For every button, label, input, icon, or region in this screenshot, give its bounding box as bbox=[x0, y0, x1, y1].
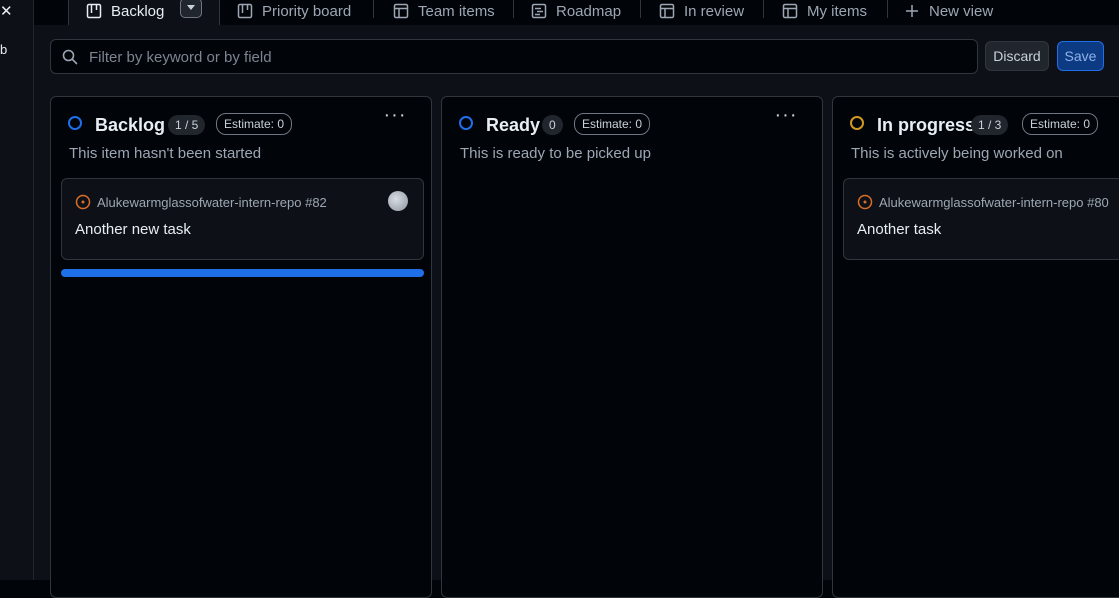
filter-input[interactable] bbox=[87, 46, 961, 68]
column-ready: Ready 0 Estimate: 0 ··· This is ready to… bbox=[441, 96, 823, 598]
discard-button[interactable]: Discard bbox=[985, 41, 1049, 71]
tab-divider bbox=[763, 0, 764, 18]
card-repo-reference[interactable]: Alukewarmglassofwater-intern-repo #82 bbox=[97, 195, 327, 210]
column-description: This is ready to be picked up bbox=[460, 145, 651, 162]
issue-opened-icon bbox=[75, 194, 91, 210]
plus-icon bbox=[906, 5, 918, 17]
issue-opened-icon bbox=[857, 194, 873, 210]
column-header: Ready 0 Estimate: 0 ··· bbox=[442, 97, 822, 147]
status-circle-icon bbox=[68, 116, 82, 130]
close-icon[interactable]: ✕ bbox=[0, 2, 13, 20]
column-in-progress: In progress 1 / 3 Estimate: 0 This is ac… bbox=[832, 96, 1119, 598]
tab-divider bbox=[513, 0, 514, 18]
column-header: Backlog 1 / 5 Estimate: 0 ··· bbox=[51, 97, 431, 147]
tab-label: Priority board bbox=[262, 2, 352, 20]
column-backlog: Backlog 1 / 5 Estimate: 0 ··· This item … bbox=[50, 96, 432, 598]
roadmap-icon bbox=[531, 3, 547, 19]
board-icon bbox=[86, 3, 102, 19]
estimate-badge: Estimate: 0 bbox=[1022, 113, 1099, 135]
tab-divider bbox=[373, 0, 374, 18]
tab-label: My items bbox=[807, 2, 867, 20]
table-icon bbox=[782, 3, 798, 19]
status-circle-icon bbox=[459, 116, 473, 130]
card-repo-reference[interactable]: Alukewarmglassofwater-intern-repo #80 bbox=[879, 195, 1109, 210]
drop-indicator bbox=[61, 269, 424, 277]
save-button[interactable]: Save bbox=[1057, 41, 1104, 71]
view-tabs: Backlog Priority board Team items Roadma… bbox=[34, 0, 1119, 25]
status-circle-icon bbox=[850, 116, 864, 130]
view-options-button[interactable] bbox=[180, 0, 202, 18]
item-count-badge: 1 / 5 bbox=[168, 115, 206, 135]
tab-priority-board[interactable]: Priority board bbox=[237, 0, 351, 22]
column-title: Backlog bbox=[95, 115, 166, 135]
left-panel: ✕ b bbox=[0, 0, 34, 580]
tab-label: Roadmap bbox=[556, 2, 622, 20]
project-board: Discard Save Backlog 1 / 5 Estimate: 0 ·… bbox=[34, 25, 1119, 598]
tab-label: Team items bbox=[418, 2, 495, 20]
tab-roadmap[interactable]: Roadmap bbox=[531, 0, 621, 22]
column-title: Ready bbox=[486, 115, 541, 135]
more-options-icon[interactable]: ··· bbox=[381, 105, 409, 127]
estimate-badge: Estimate: 0 bbox=[574, 113, 651, 135]
sidebar-partial-label[interactable]: b bbox=[0, 42, 7, 57]
item-count-badge: 0 bbox=[542, 115, 563, 135]
triangle-down-icon bbox=[187, 5, 195, 10]
column-header: In progress 1 / 3 Estimate: 0 bbox=[833, 97, 1119, 147]
tab-backlog[interactable]: Backlog bbox=[86, 0, 164, 22]
tab-team-items[interactable]: Team items bbox=[393, 0, 495, 22]
board-card[interactable]: Alukewarmglassofwater-intern-repo #82 An… bbox=[61, 178, 424, 260]
tab-my-items[interactable]: My items bbox=[782, 0, 867, 22]
more-options-icon[interactable]: ··· bbox=[772, 105, 800, 127]
board-card[interactable]: Alukewarmglassofwater-intern-repo #80 An… bbox=[843, 178, 1119, 260]
tab-label: New view bbox=[929, 2, 994, 20]
table-icon bbox=[659, 3, 675, 19]
column-description: This item hasn't been started bbox=[69, 145, 262, 162]
tab-label: In review bbox=[684, 2, 745, 20]
card-title[interactable]: Another new task bbox=[75, 221, 191, 238]
item-count-badge: 1 / 3 bbox=[971, 115, 1009, 135]
new-view-button[interactable]: New view bbox=[904, 0, 993, 22]
column-description: This is actively being worked on bbox=[851, 145, 1063, 162]
filter-bar[interactable] bbox=[50, 39, 978, 74]
card-title[interactable]: Another task bbox=[857, 221, 941, 238]
board-icon bbox=[237, 3, 253, 19]
table-icon bbox=[393, 3, 409, 19]
column-title: In progress bbox=[877, 115, 976, 135]
tab-divider bbox=[640, 0, 641, 18]
assignee-avatar[interactable] bbox=[388, 191, 408, 211]
search-icon bbox=[62, 49, 78, 65]
tab-in-review[interactable]: In review bbox=[659, 0, 744, 22]
estimate-badge: Estimate: 0 bbox=[216, 113, 293, 135]
tab-divider bbox=[887, 0, 888, 18]
tab-label: Backlog bbox=[111, 2, 165, 20]
